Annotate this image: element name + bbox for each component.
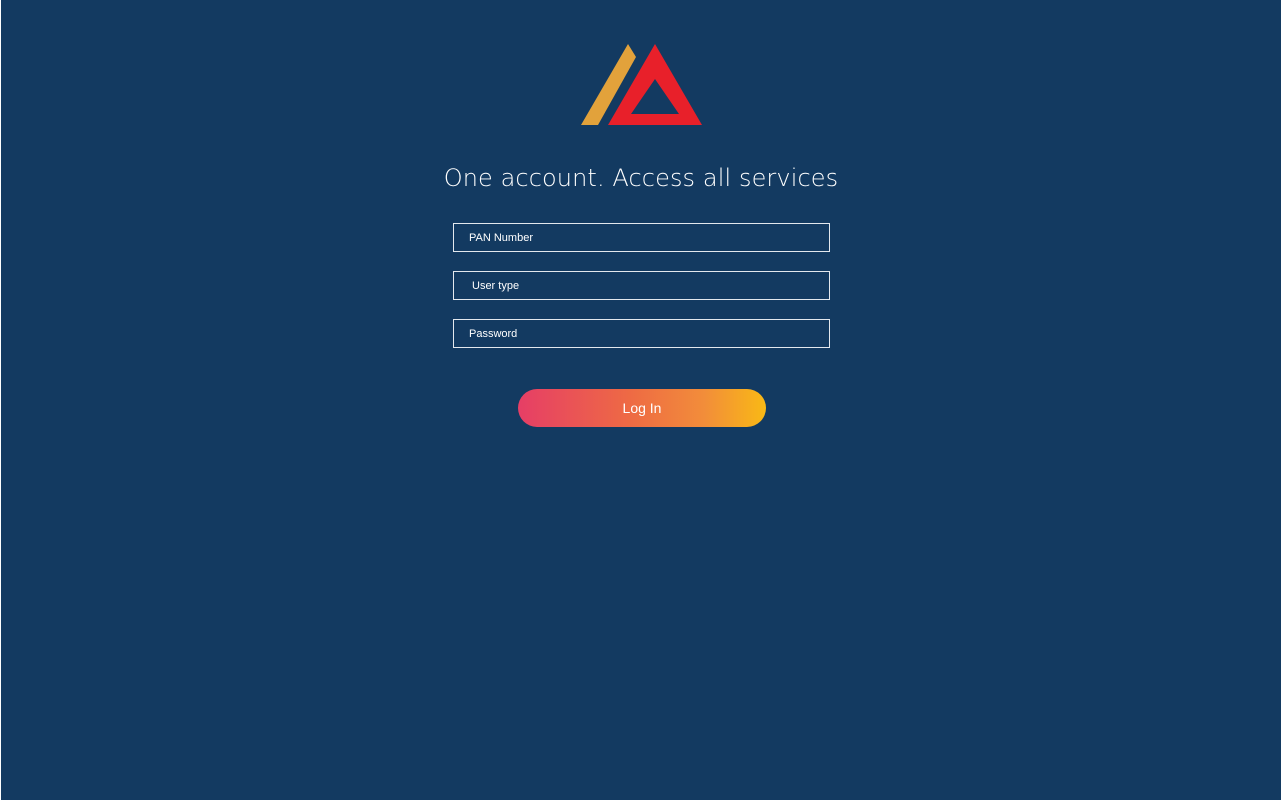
page-tagline: One account. Access all services bbox=[443, 164, 839, 192]
brand-logo-icon bbox=[581, 44, 702, 125]
user-type-input[interactable] bbox=[453, 271, 830, 300]
password-input[interactable] bbox=[453, 319, 830, 348]
login-button[interactable]: Log In bbox=[518, 389, 766, 427]
login-screen: One account. Access all services Log In bbox=[1, 0, 1281, 800]
pan-number-input[interactable] bbox=[453, 223, 830, 252]
